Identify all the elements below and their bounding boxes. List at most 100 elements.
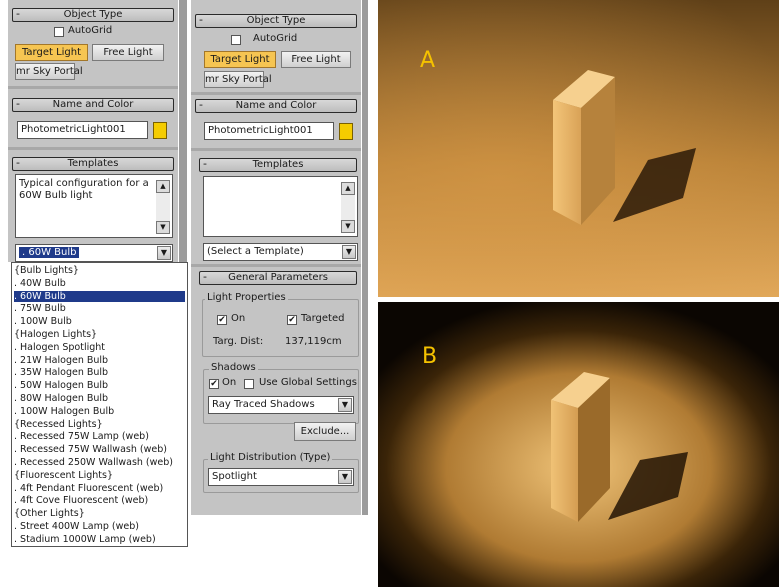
shadows-on-checkbox[interactable]: ✔ [209, 379, 219, 389]
target-distance-label: Targ. Dist: [213, 336, 264, 347]
autogrid-checkbox[interactable] [54, 27, 64, 37]
autogrid-label: AutoGrid [253, 33, 298, 44]
template-description[interactable]: ▲ ▼ [203, 176, 358, 237]
render-view-a: A [378, 0, 779, 297]
shadow-type-select[interactable]: Ray Traced Shadows ▼ [208, 396, 354, 414]
dropdown-item[interactable]: . 80W Halogen Bulb [14, 393, 185, 404]
dropdown-item[interactable]: {Recessed Lights} [14, 419, 185, 430]
rollout-title: Templates [67, 158, 119, 169]
render-a-label: A [420, 48, 436, 73]
scroll-down-icon[interactable]: ▼ [341, 220, 355, 233]
dropdown-item[interactable]: {Other Lights} [14, 508, 185, 519]
rollout-title: General Parameters [228, 272, 328, 283]
dropdown-item[interactable]: . 21W Halogen Bulb [14, 355, 185, 366]
templates-rollout[interactable]: - Templates [12, 156, 174, 171]
rollout-title: Name and Color [52, 99, 134, 110]
scrollbar[interactable]: ▲ ▼ [341, 182, 355, 233]
rollout-title: Object Type [63, 9, 123, 20]
render-a-image [378, 0, 779, 297]
scroll-down-icon[interactable]: ▼ [156, 221, 170, 234]
rollout-title: Object Type [246, 15, 306, 26]
name-color-rollout[interactable]: - Name and Color [195, 98, 357, 113]
mr-sky-portal-button[interactable]: mr Sky Portal [15, 63, 83, 80]
light-on-checkbox[interactable]: ✔ [217, 315, 227, 325]
light-distribution-select[interactable]: Spotlight ▼ [208, 468, 354, 486]
dropdown-item[interactable]: . Halogen Spotlight [14, 342, 185, 353]
scroll-up-icon[interactable]: ▲ [341, 182, 355, 195]
dropdown-item[interactable]: . 75W Bulb [14, 303, 185, 314]
object-type-rollout[interactable]: - Object Type [195, 13, 357, 28]
divider [8, 147, 178, 150]
chevron-down-icon[interactable]: ▼ [338, 398, 352, 412]
autogrid-label: AutoGrid [68, 25, 113, 36]
dropdown-item[interactable]: . Recessed 250W Wallwash (web) [14, 457, 185, 468]
template-description-text: Typical configuration for a 60W Bulb lig… [19, 178, 149, 201]
color-swatch[interactable] [153, 122, 167, 139]
use-global-settings-checkbox[interactable] [244, 379, 254, 389]
template-select[interactable]: . 60W Bulb ▼ [15, 244, 173, 262]
render-b-image [378, 302, 779, 587]
dropdown-item[interactable]: . Stadium 1000W Lamp (web) [14, 534, 185, 545]
light-on-label: On [231, 313, 246, 324]
scroll-up-icon[interactable]: ▲ [156, 180, 170, 193]
chevron-down-icon[interactable]: ▼ [342, 245, 356, 259]
target-light-button[interactable]: Target Light [204, 51, 276, 68]
dropdown-item[interactable]: {Halogen Lights} [14, 329, 185, 340]
exclude-button[interactable]: Exclude... [294, 422, 356, 441]
box-front [553, 100, 581, 225]
dropdown-item[interactable]: . 35W Halogen Bulb [14, 367, 185, 378]
object-name-field[interactable]: PhotometricLight001 [204, 122, 334, 140]
general-parameters-rollout[interactable]: - General Parameters [199, 270, 357, 285]
template-description[interactable]: Typical configuration for a 60W Bulb lig… [15, 174, 173, 238]
box-front [551, 400, 578, 522]
template-dropdown-list[interactable]: {Bulb Lights} . 40W Bulb. 60W Bulb. 75W B… [11, 262, 188, 547]
dropdown-item[interactable]: . 100W Halogen Bulb [14, 406, 185, 417]
free-light-button[interactable]: Free Light [281, 51, 351, 68]
use-global-settings-label: Use Global Settings [259, 377, 357, 388]
targeted-label: Targeted [301, 313, 345, 324]
name-color-rollout[interactable]: - Name and Color [12, 97, 174, 112]
target-light-button[interactable]: Target Light [15, 44, 88, 61]
dropdown-item[interactable]: . 4ft Pendant Fluorescent (web) [14, 483, 185, 494]
object-type-rollout[interactable]: - Object Type [12, 7, 174, 22]
render-view-b: B [378, 302, 779, 587]
dropdown-item[interactable]: . Recessed 75W Wallwash (web) [14, 444, 185, 455]
dropdown-item[interactable]: {Fluorescent Lights} [14, 470, 185, 481]
dropdown-item[interactable]: . 4ft Cove Fluorescent (web) [14, 495, 185, 506]
light-distribution-label: Light Distribution (Type) [208, 452, 333, 463]
dropdown-item[interactable]: . 100W Bulb [14, 316, 185, 327]
color-swatch[interactable] [339, 123, 353, 140]
free-light-button[interactable]: Free Light [92, 44, 164, 61]
template-select-value: . 60W Bulb [19, 247, 80, 258]
light-properties-group [202, 299, 359, 357]
targeted-checkbox[interactable]: ✔ [287, 315, 297, 325]
panel-scrollbar[interactable] [362, 0, 368, 515]
divider [191, 92, 361, 95]
shadows-label: Shadows [209, 362, 258, 373]
left-command-panel: - Object Type AutoGrid Target Light Free… [8, 0, 178, 262]
mr-sky-portal-button[interactable]: mr Sky Portal [204, 71, 272, 88]
panel-scrollbar[interactable] [179, 0, 187, 262]
template-select-value: (Select a Template) [207, 246, 304, 257]
chevron-down-icon[interactable]: ▼ [157, 246, 171, 260]
autogrid-checkbox[interactable] [231, 35, 241, 45]
divider [191, 148, 361, 151]
rollout-title: Name and Color [235, 100, 317, 111]
chevron-down-icon[interactable]: ▼ [338, 470, 352, 484]
dropdown-item[interactable]: . Street 400W Lamp (web) [14, 521, 185, 532]
render-b-label: B [422, 344, 438, 369]
light-distribution-value: Spotlight [212, 471, 257, 482]
scrollbar[interactable]: ▲ ▼ [156, 180, 170, 234]
dropdown-item[interactable]: . 50W Halogen Bulb [14, 380, 185, 391]
dropdown-item[interactable]: . 40W Bulb [14, 278, 185, 289]
templates-rollout[interactable]: - Templates [199, 157, 357, 172]
dropdown-item[interactable]: . Recessed 75W Lamp (web) [14, 431, 185, 442]
object-name-field[interactable]: PhotometricLight001 [17, 121, 148, 139]
dropdown-item[interactable]: . 60W Bulb [14, 290, 185, 302]
dropdown-item[interactable]: {Bulb Lights} [14, 265, 185, 276]
rollout-title: Templates [252, 159, 304, 170]
template-select[interactable]: (Select a Template) ▼ [203, 243, 358, 261]
divider [191, 264, 361, 267]
right-command-panel: - Object Type AutoGrid Target Light Free… [191, 0, 361, 515]
target-distance-value: 137,119cm [285, 336, 342, 347]
